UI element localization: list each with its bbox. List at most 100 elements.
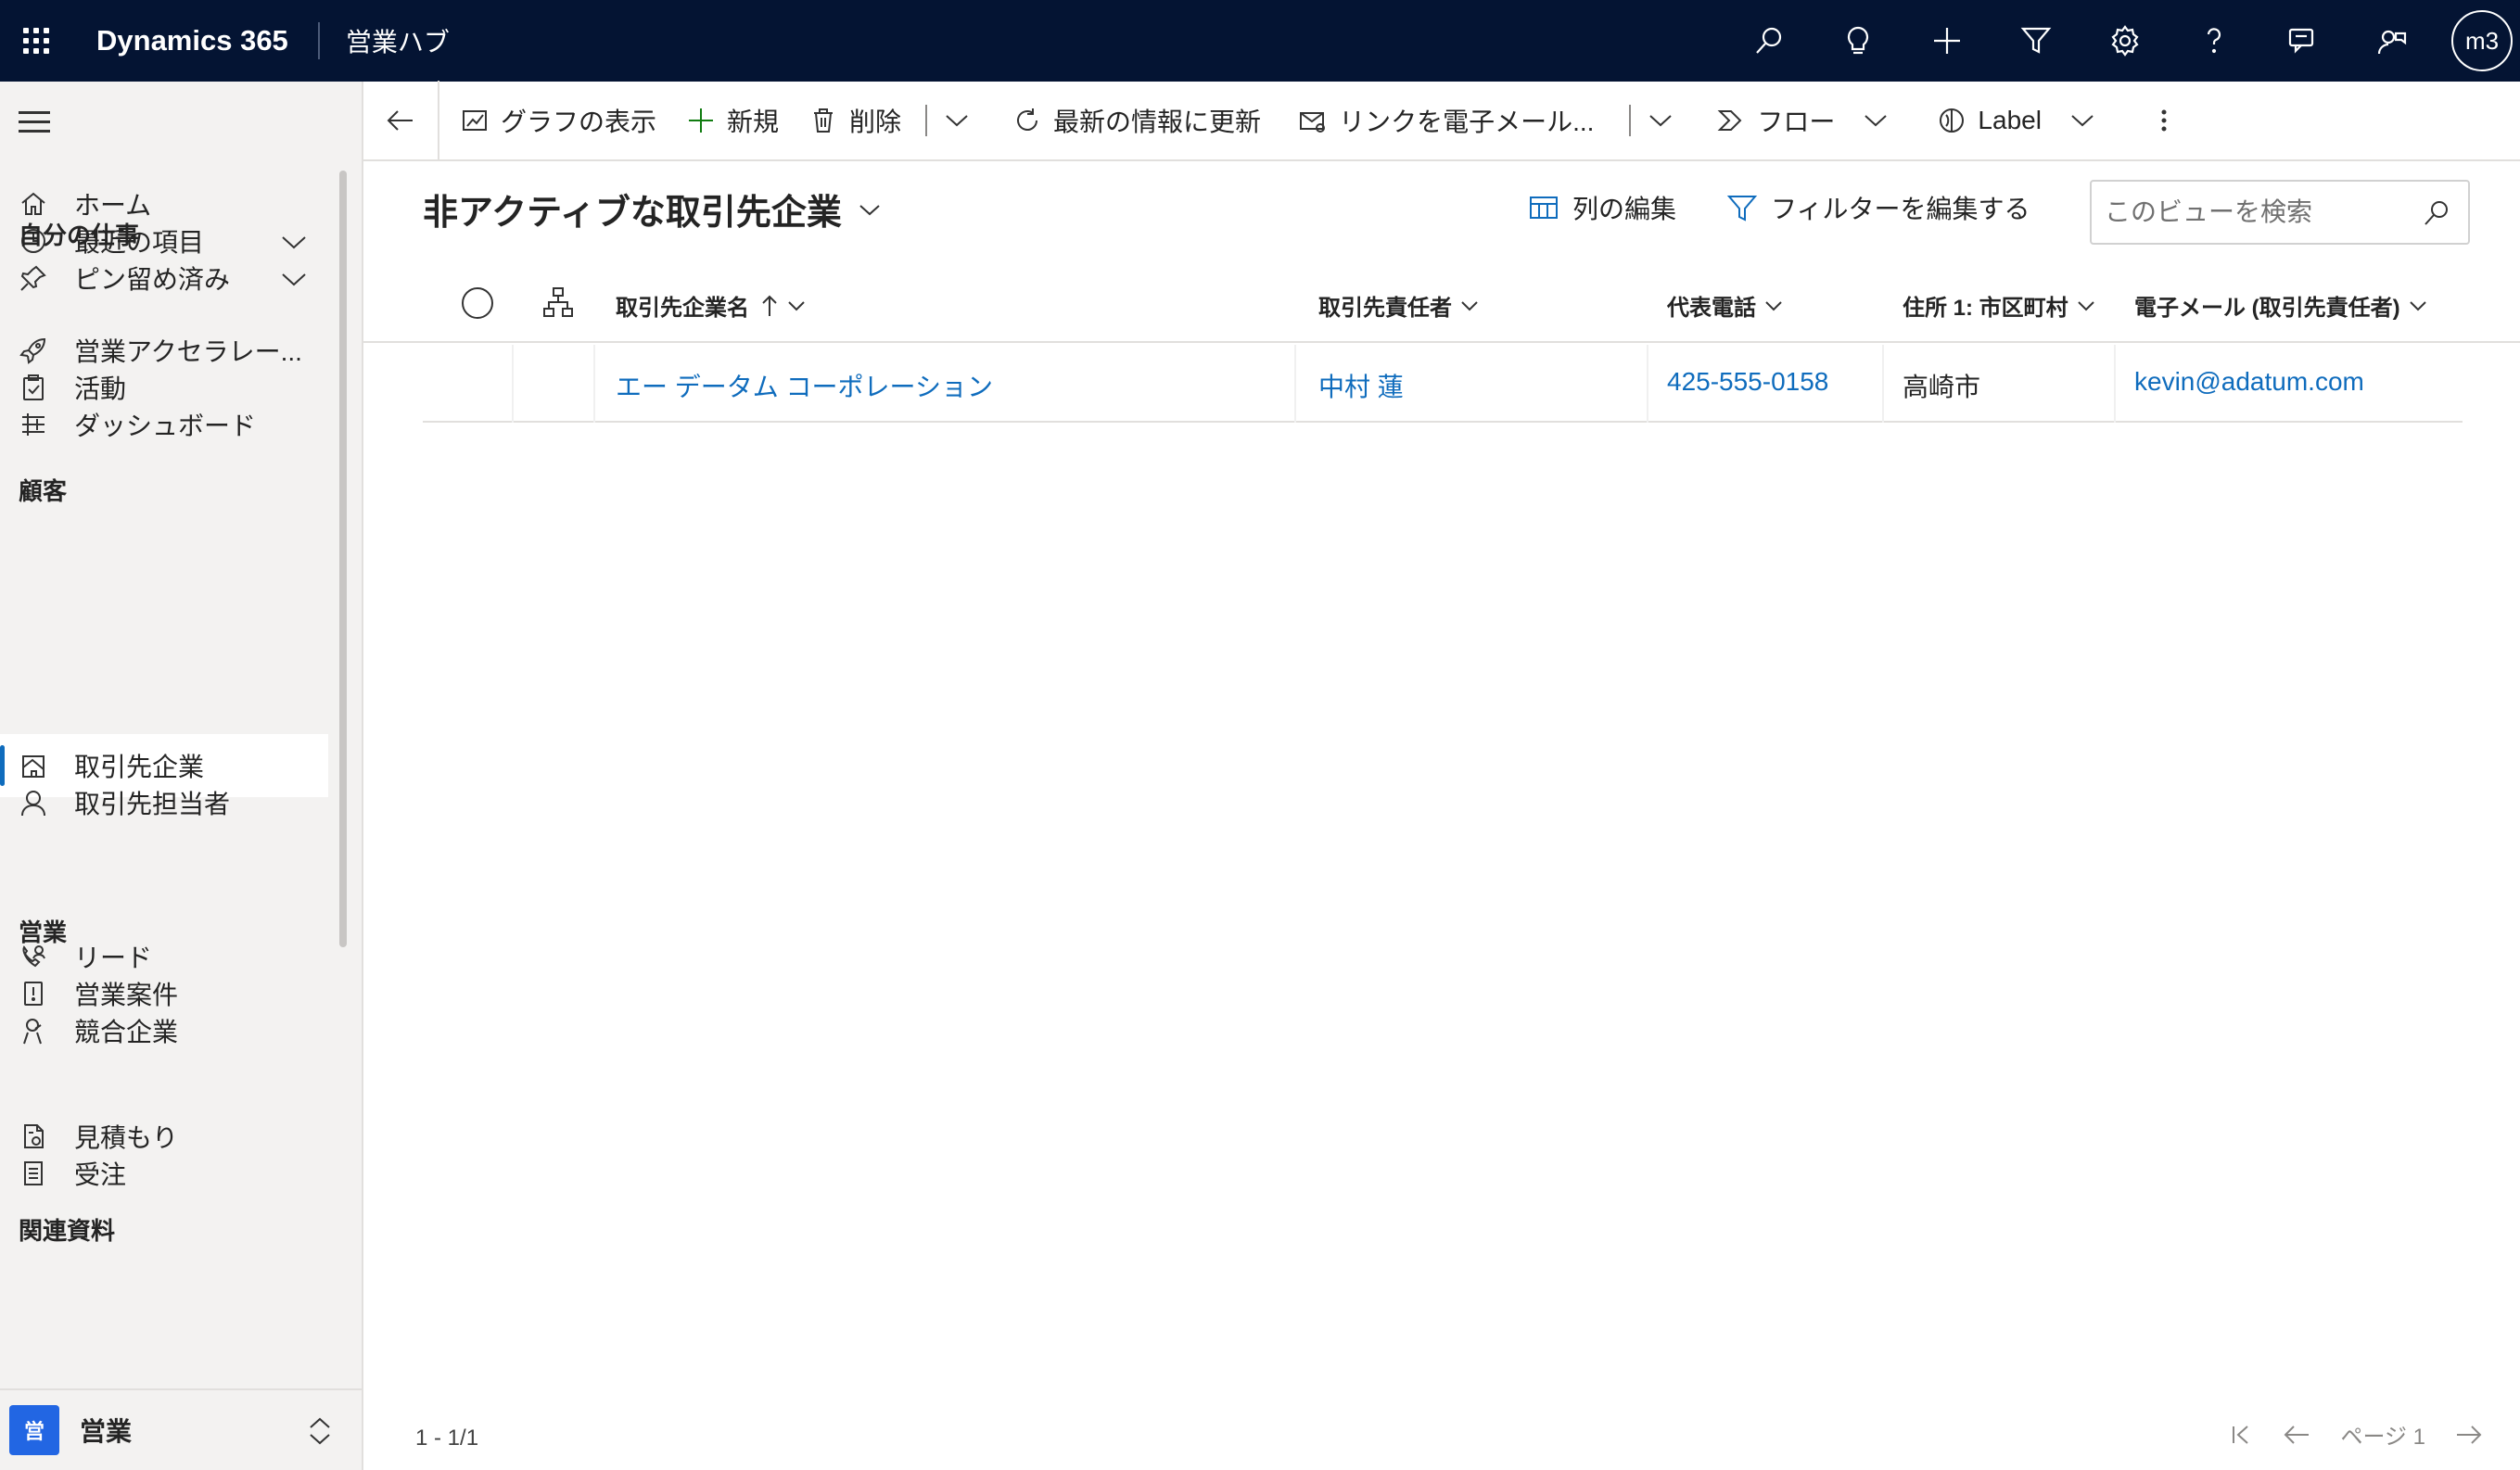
refresh-label: 最新の情報に更新 [1053, 108, 1262, 136]
divider [1294, 345, 1296, 423]
hierarchy-button[interactable] [534, 285, 575, 319]
feedback-button[interactable] [2348, 0, 2437, 82]
label-button[interactable]: Label [1905, 81, 2112, 160]
search-input[interactable] [2092, 197, 2407, 227]
table-row[interactable]: エー データム コーポレーション 中村 蓮 425-555-0158 高崎市 k… [423, 345, 2463, 423]
sidebar-item-pinned[interactable]: ピン留め済み [0, 247, 328, 310]
help-button[interactable] [2170, 0, 2259, 82]
primary-contact-link[interactable]: 中村 蓮 [1318, 367, 1404, 404]
email-link-button[interactable]: リンクを電子メール... [1276, 81, 1609, 160]
sidebar-item-competitors[interactable]: 競合企業 [0, 999, 328, 1062]
main-phone-link[interactable]: 425-555-0158 [1667, 367, 1828, 397]
refresh-button[interactable]: 最新の情報に更新 [986, 81, 1276, 160]
pagination: ページ 1 [2199, 1418, 2483, 1451]
filter-icon [2020, 27, 2052, 54]
chevron-down-icon [2077, 300, 2094, 310]
settings-button[interactable] [2081, 0, 2170, 82]
divider [1647, 345, 1648, 423]
insights-button[interactable] [1814, 0, 1903, 82]
sidebar-item-label: ダッシュボード [74, 412, 257, 440]
new-button[interactable] [1903, 0, 1992, 82]
account-name-link[interactable]: エー データム コーポレーション [616, 367, 993, 404]
sidebar-item-label: 受注 [74, 1160, 127, 1189]
sidebar-item-label: ピン留め済み [74, 265, 231, 294]
hierarchy-icon [543, 287, 573, 317]
person-icon [17, 786, 50, 819]
plus-icon [1934, 28, 1960, 54]
show-chart-label: グラフの表示 [501, 108, 657, 136]
area-label: 営業 [80, 1417, 133, 1446]
arrow-left-icon [2285, 1425, 2310, 1444]
chevron-down-icon [2071, 115, 2094, 127]
user-avatar[interactable]: m3 [2451, 10, 2513, 71]
section-title-customers: 顧客 [19, 477, 68, 505]
chat-button[interactable] [2259, 0, 2348, 82]
new-label: 新規 [727, 108, 780, 136]
section-title-my-work: 自分の仕事 [19, 222, 140, 249]
chevron-down-icon [788, 300, 805, 310]
sidebar-item-contacts[interactable]: 取引先担当者 [0, 771, 328, 834]
sidebar-scrollbar[interactable] [339, 171, 347, 947]
arrow-left-icon [387, 110, 413, 131]
edit-filters-button[interactable]: フィルターを編集する [1726, 189, 2030, 226]
select-all-checkbox[interactable] [452, 285, 495, 321]
column-header-label: 代表電話 [1667, 296, 1756, 321]
plus-icon [689, 108, 714, 133]
column-header-email[interactable]: 電子メール (取引先責任者) [2134, 289, 2428, 322]
column-header-main-phone[interactable]: 代表電話 [1667, 289, 1784, 322]
column-header-account-name[interactable]: 取引先企業名 [616, 289, 807, 322]
column-header-primary-contact[interactable]: 取引先責任者 [1318, 289, 1480, 322]
chevron-up-down-icon [310, 1417, 330, 1445]
column-header-label: 住所 1: 市区町村 [1903, 296, 2068, 321]
area-switcher[interactable]: 営 営業 [0, 1388, 362, 1470]
chevron-down-icon [1461, 300, 1478, 310]
filter-icon [1726, 196, 1758, 222]
more-commands-button[interactable] [2112, 81, 2194, 160]
grid-header: 取引先企業名 取引先責任者 代表電話 住所 1: 市区町村 電子メール (取引先… [363, 269, 2520, 343]
hub-name[interactable]: 営業ハブ [329, 22, 450, 59]
next-page-button[interactable] [2455, 1423, 2483, 1447]
show-chart-button[interactable]: グラフの表示 [439, 81, 671, 160]
search-button[interactable] [1725, 0, 1814, 82]
waffle-icon [23, 28, 49, 54]
first-page-button[interactable] [2229, 1423, 2253, 1447]
edit-columns-button[interactable]: 列の編集 [1528, 189, 1676, 226]
sidebar: ホーム 最近の項目 ピン留め済み 自分の仕事 営業アクセラレー... 活動 ダッ… [0, 82, 363, 1470]
chevron-down-icon [946, 115, 968, 127]
chevron-down-icon [1765, 300, 1782, 310]
back-button[interactable] [363, 81, 439, 160]
sidebar-item-dashboards[interactable]: ダッシュボード [0, 393, 328, 456]
column-header-label: 電子メール (取引先責任者) [2134, 296, 2400, 321]
flow-label: フロー [1757, 108, 1836, 136]
app-name[interactable]: Dynamics 365 [72, 24, 309, 57]
page-title: 非アクティブな取引先企業 [423, 194, 842, 233]
delete-more-button[interactable] [936, 81, 986, 160]
email-more-button[interactable] [1640, 81, 1690, 160]
previous-page-button[interactable] [2283, 1423, 2310, 1447]
email-link[interactable]: kevin@adatum.com [2134, 367, 2364, 397]
search-icon[interactable] [2422, 198, 2451, 228]
flow-button[interactable]: フロー [1690, 81, 1905, 160]
circle-checkbox-icon [462, 287, 493, 319]
divider [1629, 105, 1632, 136]
hamburger-menu-icon[interactable] [19, 111, 50, 139]
first-page-icon [2233, 1425, 2249, 1444]
chevron-down-icon [2409, 300, 2426, 310]
new-record-button[interactable]: 新規 [671, 81, 794, 160]
chevron-down-icon [1649, 115, 1673, 127]
chevron-down-icon[interactable] [280, 265, 308, 293]
flow-icon [1717, 110, 1742, 131]
sidebar-item-label: 取引先担当者 [74, 790, 231, 818]
column-header-city[interactable]: 住所 1: 市区町村 [1903, 289, 2096, 322]
page-indicator: ページ 1 [2340, 1425, 2425, 1450]
chevron-down-icon [859, 204, 880, 215]
sidebar-item-label: 競合企業 [74, 1018, 179, 1046]
lightbulb-icon [1847, 26, 1869, 55]
chat-icon [2288, 28, 2314, 54]
edit-columns-icon [1530, 196, 1558, 219]
delete-button[interactable]: 削除 [794, 81, 901, 160]
advanced-find-button[interactable] [1992, 0, 2081, 82]
sidebar-item-orders[interactable]: 受注 [0, 1142, 328, 1205]
view-selector[interactable]: 非アクティブな取引先企業 [423, 184, 883, 234]
app-launcher-button[interactable] [0, 0, 72, 82]
